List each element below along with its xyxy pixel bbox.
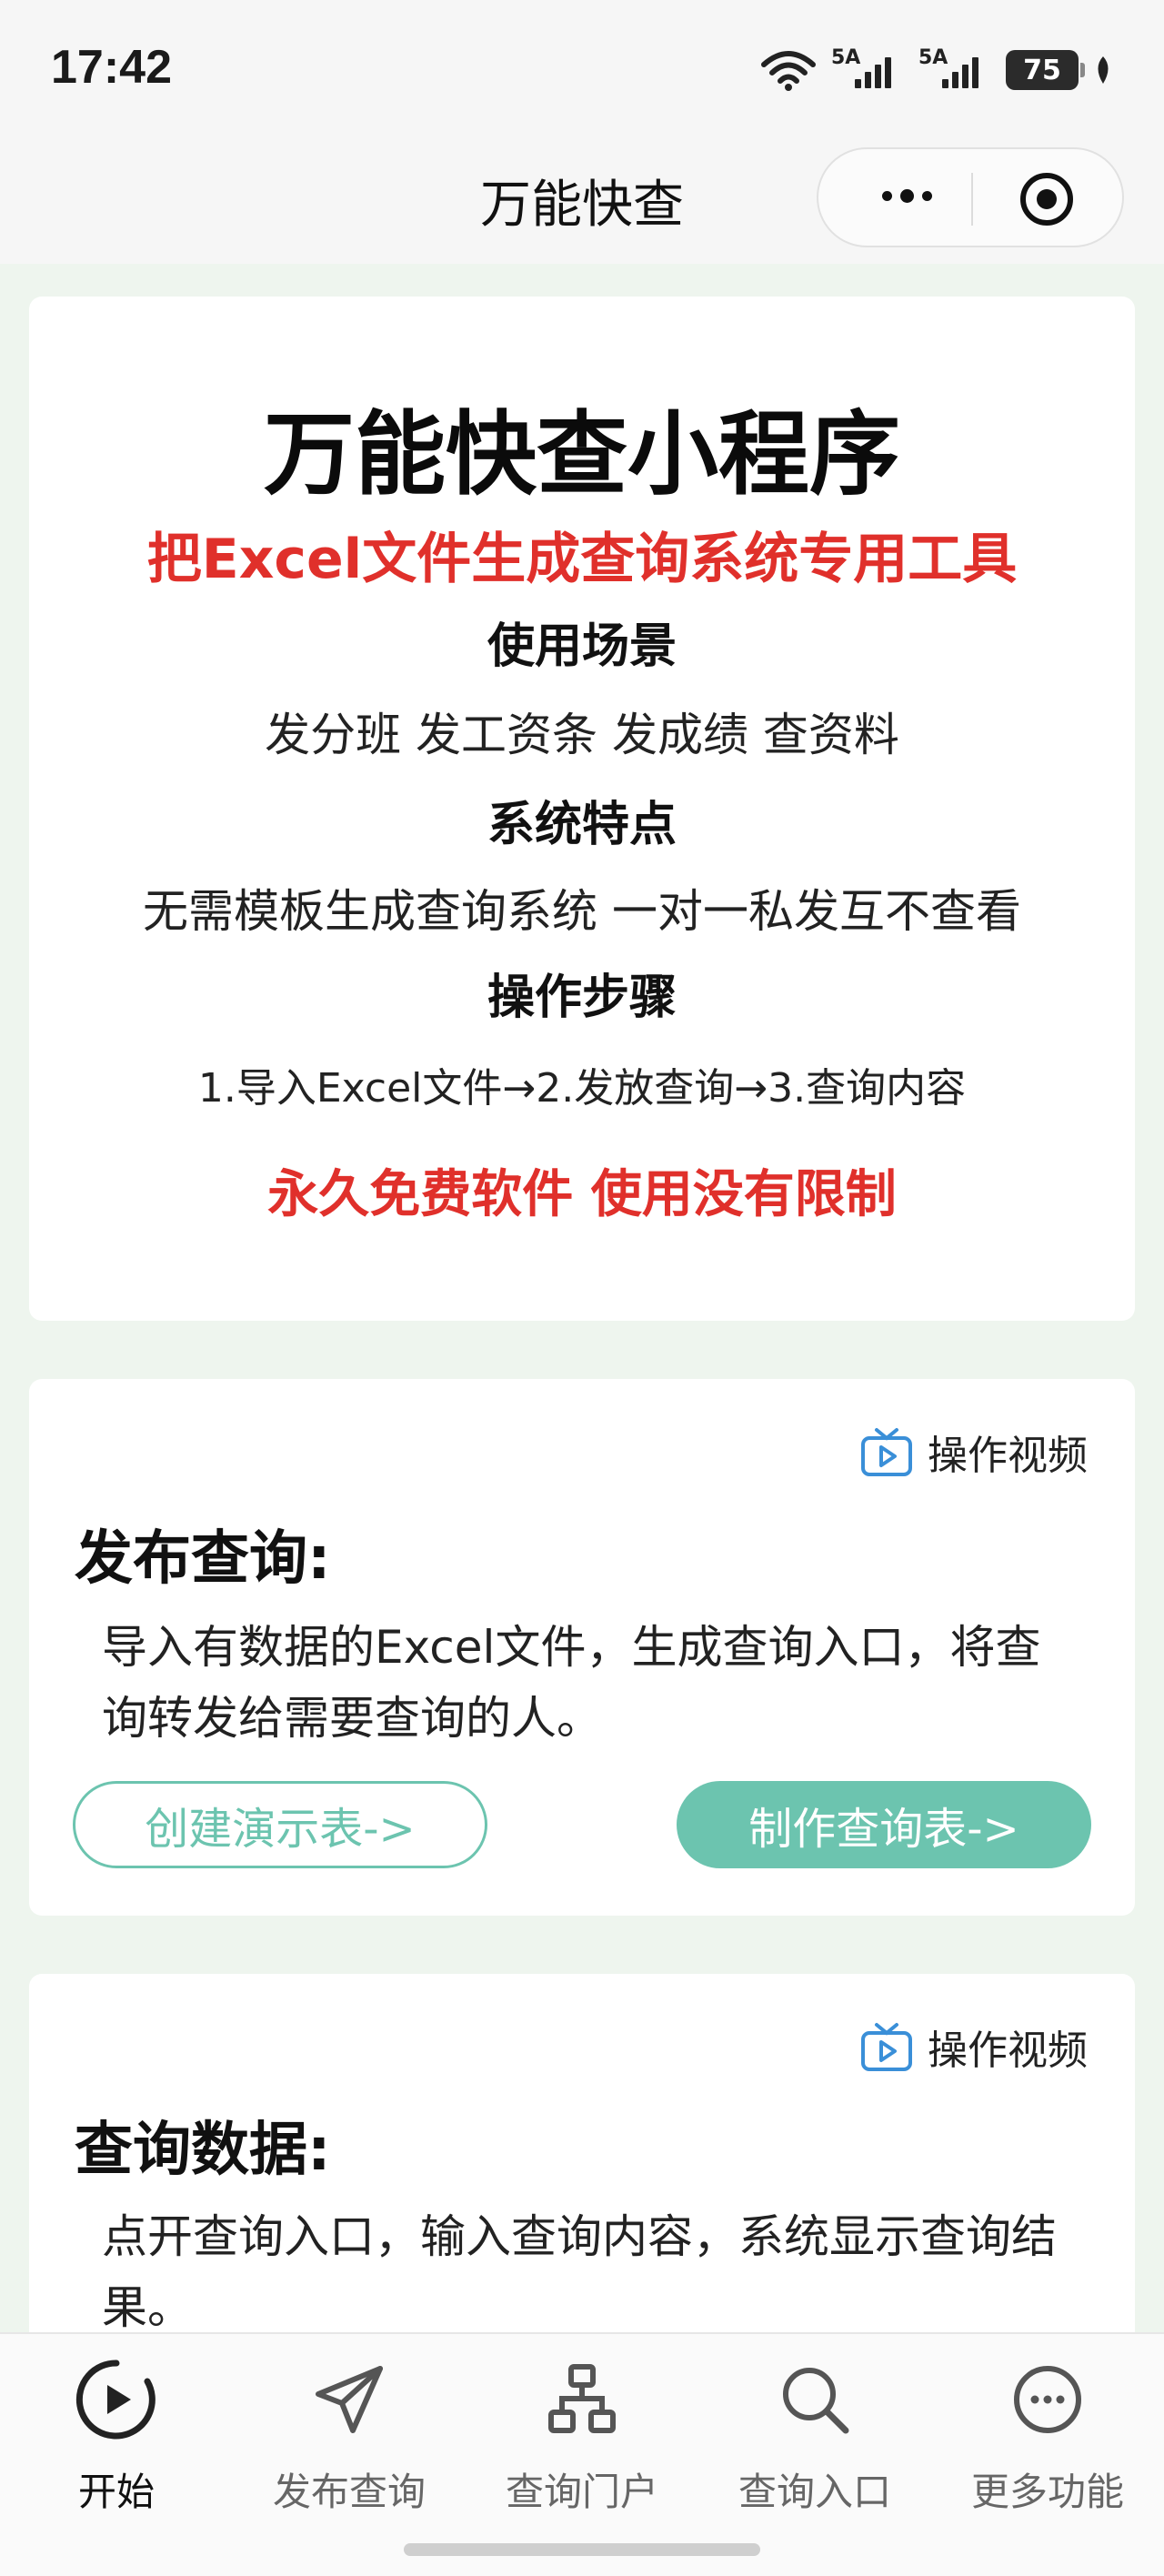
scene-text: 发分班 发工资条 发成绩 查资料 <box>265 709 899 761</box>
capsule-divider <box>971 173 973 226</box>
video-link[interactable]: 操作视频 <box>860 2018 1088 2076</box>
tab-start[interactable]: 开始 <box>25 2356 207 2517</box>
create-demo-button[interactable]: 创建演示表-> <box>73 1781 487 1868</box>
search-icon <box>783 2368 849 2434</box>
wifi-icon <box>761 51 816 91</box>
steps-text: 1.导入Excel文件→2.发放查询→3.查询内容 <box>197 1065 967 1112</box>
capsule-menu <box>817 147 1124 247</box>
tab-portal[interactable]: 查询门户 <box>491 2356 673 2517</box>
more-icon <box>1014 2366 1081 2433</box>
section-title: 查询数据: <box>75 2117 331 2184</box>
signal-icon: 5A <box>918 46 991 92</box>
tab-query-entry[interactable]: 查询入口 <box>724 2356 906 2517</box>
tab-label: 查询入口 <box>738 2470 891 2514</box>
video-link-label: 操作视频 <box>928 2028 1088 2074</box>
signal-icon: 5A <box>831 46 904 92</box>
status-bar: 17:42 5A 5A 75 <box>0 0 1164 146</box>
sitemap-icon <box>548 2364 616 2433</box>
page: 17:42 5A 5A 75 万能快查 万能快查小程序 把Excel文件生成查询… <box>0 0 1164 2576</box>
tab-more[interactable]: 更多功能 <box>957 2356 1139 2517</box>
app-subtitle: 把Excel文件生成查询系统专用工具 <box>146 528 1018 591</box>
battery-icon: 75 <box>1006 50 1085 90</box>
video-link-label: 操作视频 <box>928 1433 1088 1479</box>
leaf-icon <box>1098 56 1109 84</box>
video-link[interactable]: 操作视频 <box>860 1423 1088 1481</box>
section-description: 点开查询入口，输入查询内容，系统显示查询结果。 <box>102 2210 1057 2334</box>
tab-label: 开始 <box>77 2470 155 2514</box>
close-miniprogram-button[interactable] <box>1020 173 1073 226</box>
more-menu-button[interactable] <box>882 189 932 203</box>
scene-heading: 使用场景 <box>487 619 677 674</box>
steps-heading: 操作步骤 <box>487 971 677 1025</box>
publish-card: 操作视频 发布查询: 导入有数据的Excel文件，生成查询入口，将查询转发给需要… <box>29 1379 1135 1916</box>
section-title: 发布查询: <box>75 1525 331 1593</box>
feature-heading: 系统特点 <box>487 798 677 852</box>
make-query-table-button[interactable]: 制作查询表-> <box>677 1781 1091 1868</box>
play-icon <box>75 2360 156 2440</box>
tab-label: 更多功能 <box>970 2470 1124 2514</box>
tab-label: 发布查询 <box>272 2470 426 2514</box>
feature-text: 无需模板生成查询系统 一对一私发互不查看 <box>143 885 1021 938</box>
status-time: 17:42 <box>51 41 172 94</box>
tv-play-icon <box>861 2023 912 2071</box>
free-notice: 永久免费软件 使用没有限制 <box>267 1165 897 1224</box>
status-icons: 5A 5A 75 <box>760 46 1113 93</box>
send-icon <box>316 2366 383 2433</box>
navigation-bar: 万能快查 <box>0 146 1164 264</box>
app-title: 万能快查小程序 <box>264 401 900 508</box>
tv-play-icon <box>861 1428 912 1476</box>
tab-label: 查询门户 <box>505 2470 658 2514</box>
section-description: 导入有数据的Excel文件，生成查询入口，将查询转发给需要查询的人。 <box>102 1621 1041 1745</box>
home-indicator[interactable] <box>404 2543 760 2556</box>
intro-card: 万能快查小程序 把Excel文件生成查询系统专用工具 使用场景 发分班 发工资条… <box>29 297 1135 1321</box>
tab-publish[interactable]: 发布查询 <box>258 2356 440 2517</box>
tab-bar: 开始 发布查询 查询门户 查询入口 更多功能 <box>0 2332 1164 2576</box>
